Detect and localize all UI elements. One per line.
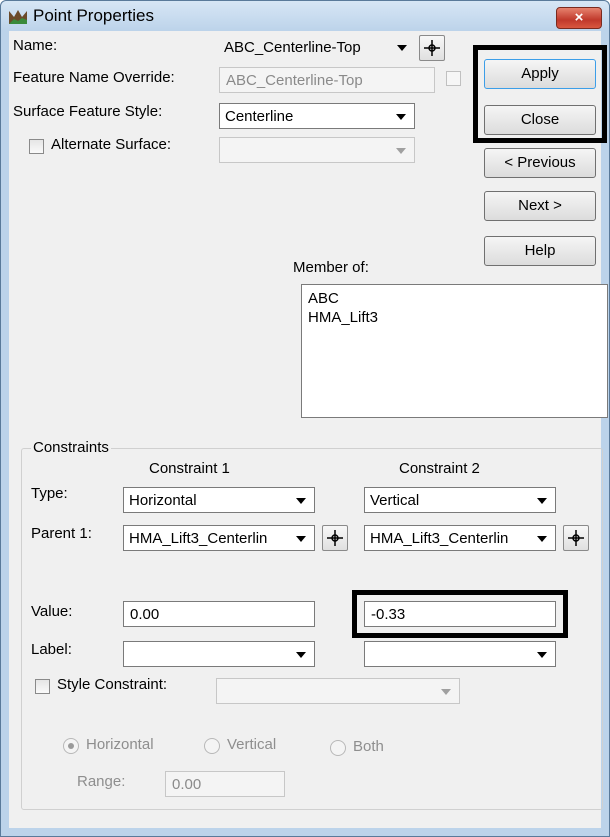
chevron-down-icon [296,498,306,504]
override-checkbox[interactable] [446,71,461,86]
point-properties-window: Point Properties × Name: ABC_Centerline-… [0,0,610,837]
dialog-body: Name: ABC_Centerline-Top Feature Name Ov… [9,31,608,828]
constraint-2-label-select[interactable] [364,641,556,667]
alternate-surface-label: Alternate Surface: [51,136,172,153]
app-icon [9,10,27,24]
help-button[interactable]: Help [484,236,596,266]
constraint-1-header: Constraint 1 [149,460,230,477]
chevron-down-icon [396,114,406,120]
label-label: Label: [31,641,72,658]
radio-both-label: Both [353,738,384,755]
range-label: Range: [77,773,126,790]
list-item[interactable]: HMA_Lift3 [308,309,378,326]
window-title: Point Properties [33,6,154,25]
constraint-1-label-select[interactable] [123,641,315,667]
apply-close-highlight [473,45,607,143]
constraint-2-parent-value: HMA_Lift3_Centerlin [370,530,509,547]
title-bar[interactable]: Point Properties × [1,1,609,31]
radio-both[interactable] [330,740,346,756]
parent-label: Parent 1: [31,525,92,542]
chevron-down-icon [396,148,406,154]
name-value: ABC_Centerline-Top [224,39,361,56]
style-constraint-label: Style Constraint: [57,676,168,693]
style-constraint-checkbox[interactable] [35,679,50,694]
constraint-1-type-value: Horizontal [129,492,197,509]
member-of-label: Member of: [293,259,369,276]
radio-horizontal-label: Horizontal [86,736,154,753]
alternate-surface-select[interactable] [219,137,415,163]
surface-style-label: Surface Feature Style: [13,103,163,120]
previous-button[interactable]: < Previous [484,148,596,178]
constraint-1-parent-pick-button[interactable] [322,525,348,551]
name-select[interactable]: ABC_Centerline-Top [219,35,415,61]
name-label: Name: [13,37,58,54]
member-of-list[interactable]: ABC HMA_Lift3 [301,284,608,418]
override-value: ABC_Centerline-Top [226,72,363,89]
value-label: Value: [31,603,73,620]
chevron-down-icon [537,498,547,504]
range-input[interactable]: 0.00 [165,771,285,797]
next-button[interactable]: Next > [484,191,596,221]
crosshair-icon [568,530,584,546]
name-pick-button[interactable] [419,35,445,61]
override-label: Feature Name Override: [13,69,175,86]
style-constraint-select[interactable] [216,678,460,704]
constraint-2-parent-pick-button[interactable] [563,525,589,551]
list-item[interactable]: ABC [308,290,339,307]
chevron-down-icon [441,689,451,695]
constraint-2-type-select[interactable]: Vertical [364,487,556,513]
constraint-1-parent-value: HMA_Lift3_Centerlin [129,530,268,547]
constraint-2-header: Constraint 2 [399,460,480,477]
constraint-1-type-select[interactable]: Horizontal [123,487,315,513]
constraint-1-parent-select[interactable]: HMA_Lift3_Centerlin [123,525,315,551]
range-value: 0.00 [172,776,202,793]
radio-vertical[interactable] [204,738,220,754]
radio-horizontal[interactable] [63,738,79,754]
constraint-1-value: 0.00 [130,606,160,623]
close-window-icon[interactable]: × [556,7,602,29]
chevron-down-icon [397,45,407,51]
chevron-down-icon [296,652,306,658]
constraints-group-label: Constraints [31,439,111,456]
chevron-down-icon [537,652,547,658]
override-input[interactable]: ABC_Centerline-Top [219,67,435,93]
type-label: Type: [31,485,68,502]
constraint-1-value-input[interactable]: 0.00 [123,601,315,627]
chevron-down-icon [296,536,306,542]
constraint-2-parent-select[interactable]: HMA_Lift3_Centerlin [364,525,556,551]
crosshair-icon [327,530,343,546]
radio-vertical-label: Vertical [227,736,277,753]
surface-style-value: Centerline [225,108,294,125]
surface-style-select[interactable]: Centerline [219,103,415,129]
chevron-down-icon [537,536,547,542]
crosshair-icon [424,40,440,56]
radio-selected-dot [68,743,74,749]
constraint-2-value-highlight [352,590,568,638]
alternate-surface-checkbox[interactable] [29,139,44,154]
constraint-2-type-value: Vertical [370,492,420,509]
